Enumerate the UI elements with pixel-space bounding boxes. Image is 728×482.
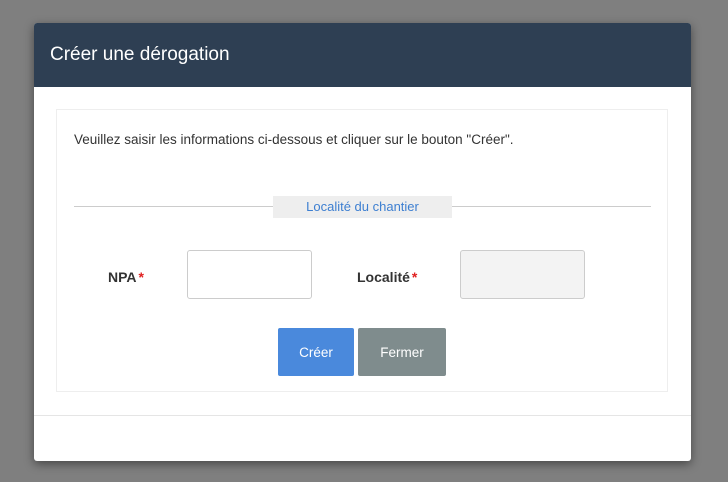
localite-required-marker: * — [411, 269, 418, 285]
localite-input[interactable] — [460, 250, 585, 299]
create-button[interactable]: Créer — [278, 328, 354, 376]
dialog-title: Créer une dérogation — [50, 44, 230, 65]
dialog-body: Veuillez saisir les informations ci-dess… — [34, 87, 691, 415]
localite-label-text: Localité — [357, 269, 410, 285]
close-button[interactable]: Fermer — [358, 328, 446, 376]
form-panel: Veuillez saisir les informations ci-dess… — [56, 109, 668, 392]
localite-label: Localité * — [357, 269, 417, 285]
npa-label: NPA * — [108, 269, 144, 285]
dialog-footer — [34, 415, 691, 461]
instructions-text: Veuillez saisir les informations ci-dess… — [74, 132, 514, 147]
section-title: Localité du chantier — [273, 196, 452, 218]
npa-label-text: NPA — [108, 269, 137, 285]
npa-input[interactable] — [187, 250, 312, 299]
create-derogation-dialog: Créer une dérogation Veuillez saisir les… — [34, 23, 691, 461]
dialog-header: Créer une dérogation — [34, 23, 691, 87]
npa-required-marker: * — [138, 269, 144, 285]
